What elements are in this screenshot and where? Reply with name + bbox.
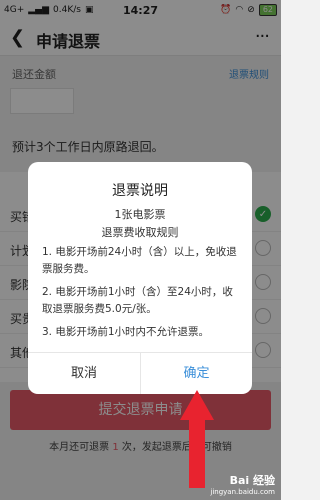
watermark: Bai 经验 jingyan.baidu.com <box>210 472 275 496</box>
watermark-site: jingyan.baidu.com <box>210 488 275 496</box>
watermark-brand: Bai 经验 <box>229 474 275 487</box>
red-arrow-annotation <box>180 390 214 488</box>
arrow-shape <box>180 390 214 488</box>
